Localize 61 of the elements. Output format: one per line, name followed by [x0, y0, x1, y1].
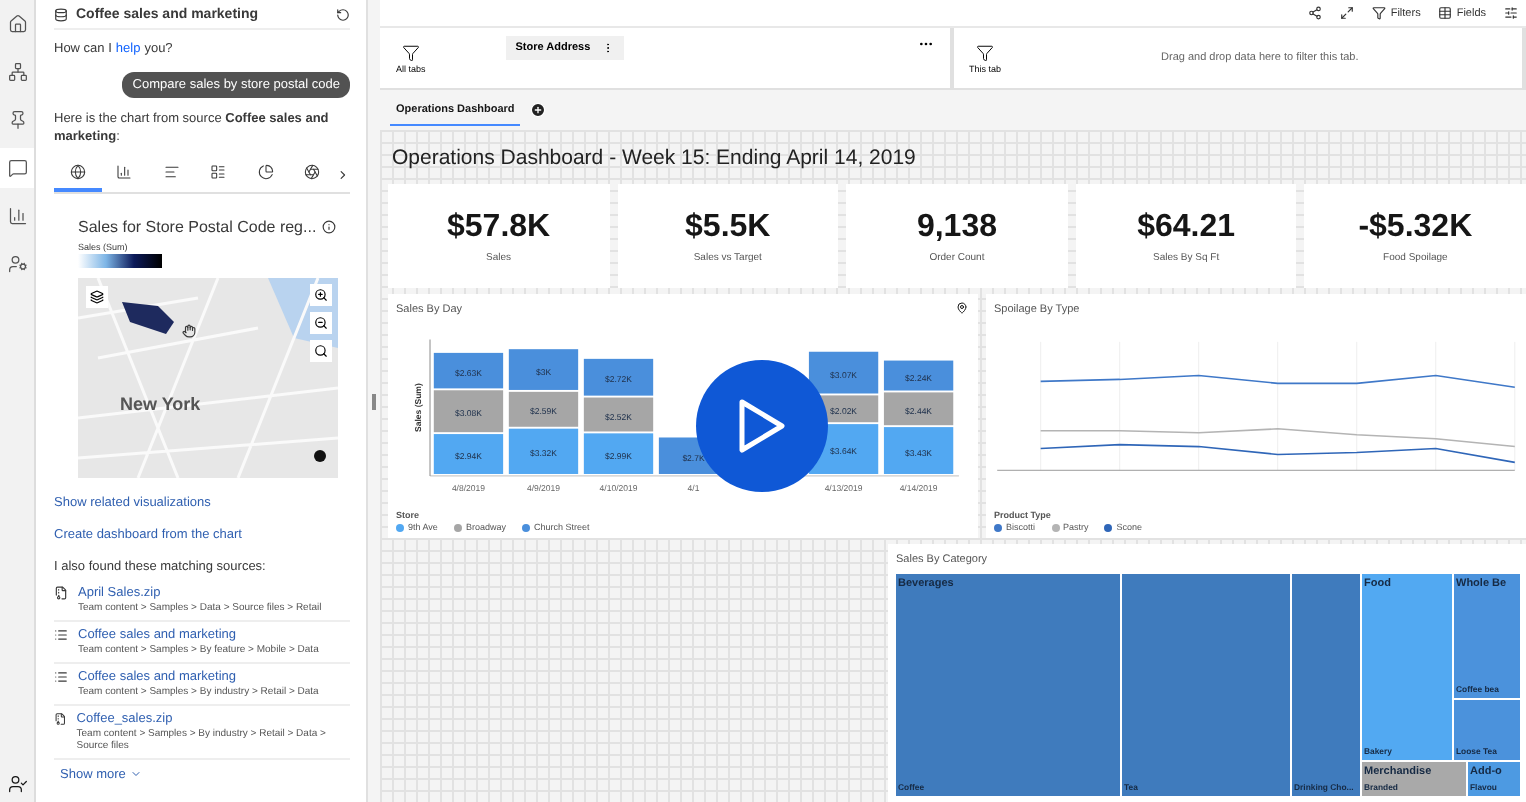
hierarchy-icon — [7, 62, 27, 82]
expand-icon[interactable] — [1340, 6, 1355, 20]
add-tab-icon[interactable] — [530, 102, 547, 118]
bar-segment — [583, 397, 654, 432]
chevron-right-icon[interactable] — [336, 167, 350, 182]
dataset-icon — [54, 669, 68, 684]
chart-icon — [7, 206, 27, 226]
play-icon — [736, 398, 788, 454]
info-icon[interactable] — [322, 219, 337, 234]
map[interactable]: New York — [78, 277, 338, 478]
bar-segment — [508, 428, 579, 474]
nodes-icon[interactable] — [1308, 6, 1323, 20]
chat-nav-button[interactable] — [0, 148, 34, 188]
dataset-icon — [54, 7, 68, 21]
zoom-in-button[interactable] — [310, 283, 332, 306]
info-icon[interactable] — [314, 449, 326, 462]
home-icon — [7, 14, 27, 34]
bar-chart-icon — [163, 164, 180, 181]
pin-icon — [7, 110, 27, 130]
reset-icon[interactable] — [336, 7, 350, 21]
map-chart-icon — [69, 164, 86, 181]
kpi-value: 9,138 — [916, 209, 997, 245]
bar-segment — [433, 434, 504, 474]
kpi-value: $57.8K — [447, 209, 551, 245]
dataset-icon — [54, 627, 68, 642]
column-chart-icon — [116, 164, 133, 181]
search-button[interactable] — [310, 339, 332, 362]
table-icon — [1438, 6, 1453, 20]
list-chart-icon — [210, 164, 227, 181]
bar-segment — [433, 352, 504, 389]
dashboard-title: Operations Dashboard - Week 15: Ending April 14, 2019 — [390, 144, 918, 174]
archive-icon — [54, 585, 68, 600]
user-check-icon[interactable] — [7, 774, 27, 794]
kpi-value: $64.21 — [1137, 209, 1236, 245]
bar-segment — [583, 433, 654, 474]
bar-segment — [883, 360, 954, 391]
bar-segment — [583, 358, 654, 396]
zoom-out-button[interactable] — [310, 311, 332, 334]
filter-icon — [401, 43, 420, 61]
filter-icon — [1372, 6, 1387, 20]
bar-segment — [883, 392, 954, 426]
archive-icon — [54, 711, 67, 726]
map-label: New York — [120, 393, 201, 414]
kpi-value: $5.5K — [685, 209, 771, 245]
layers-button[interactable] — [86, 285, 108, 308]
chart-title: Sales for Store Postal Code reg... — [78, 217, 317, 236]
pin-icon[interactable] — [956, 302, 968, 314]
radial-chart-icon — [304, 164, 321, 181]
chevron-down-icon — [129, 768, 142, 781]
chat-icon — [7, 158, 27, 178]
filter-icon — [976, 43, 994, 61]
bar-segment — [883, 427, 954, 474]
bar-segment — [508, 349, 579, 390]
bar-segment — [508, 391, 579, 427]
kpi-value: -$5.32K — [1358, 209, 1473, 245]
pie-chart-icon — [257, 164, 274, 181]
sliders-icon[interactable] — [1504, 6, 1518, 20]
bar-segment — [433, 390, 504, 433]
user-settings-icon — [7, 254, 27, 274]
hand-icon — [182, 323, 196, 338]
color-scale — [78, 253, 162, 268]
